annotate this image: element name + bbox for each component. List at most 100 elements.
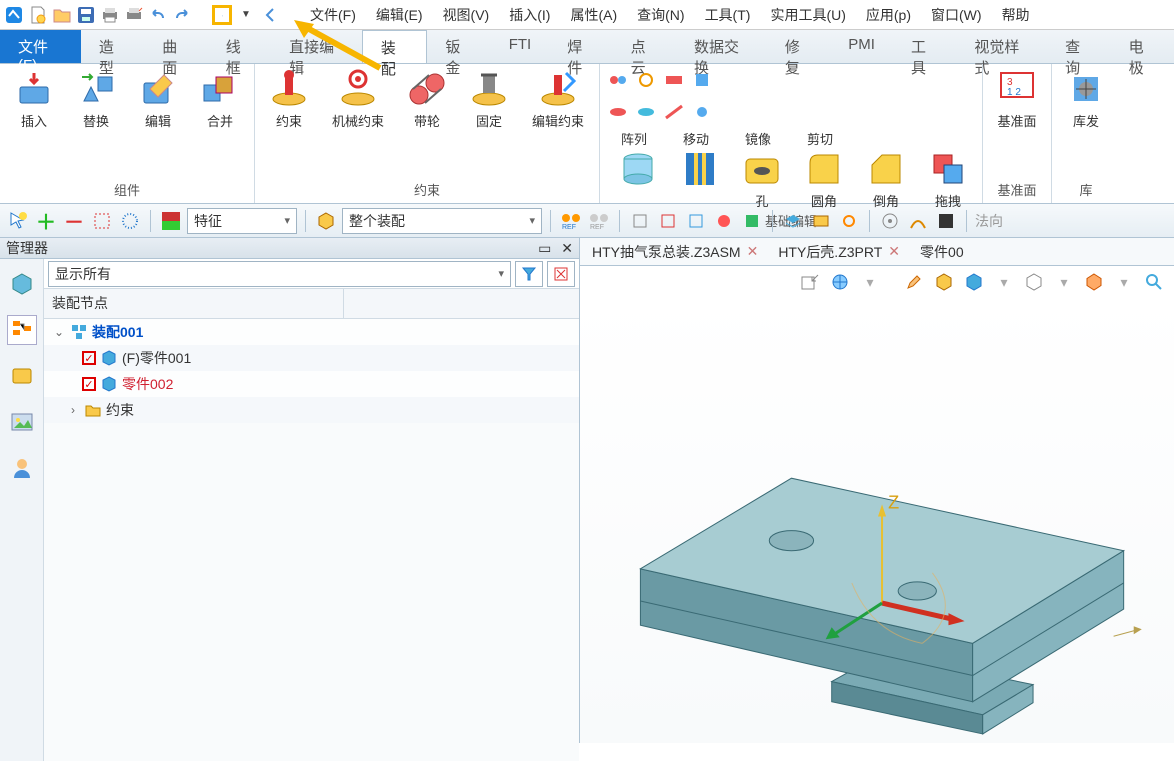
small-tool-8[interactable] xyxy=(690,100,714,124)
layer-icon-2[interactable] xyxy=(809,209,833,233)
vp-world-icon[interactable] xyxy=(828,270,852,294)
menu-query[interactable]: 查询(N) xyxy=(629,3,692,27)
layer-icon-1[interactable] xyxy=(781,209,805,233)
target-icon[interactable] xyxy=(878,209,902,233)
expand-icon[interactable]: ⌄ xyxy=(52,325,66,339)
open-file-icon[interactable] xyxy=(52,5,72,25)
misc-icon-3[interactable] xyxy=(684,209,708,233)
ref-icon-2[interactable]: REF xyxy=(587,209,611,233)
menu-util[interactable]: 实用工具(U) xyxy=(762,3,853,27)
side-user-icon[interactable] xyxy=(7,453,37,483)
tab-close-icon[interactable]: ✕ xyxy=(747,243,759,260)
ribbon-tab-exchange[interactable]: 数据交换 xyxy=(676,30,767,63)
display-filter-combo[interactable]: 显示所有 xyxy=(48,261,511,287)
select-arrow-icon[interactable] xyxy=(6,209,30,233)
side-cube-icon[interactable] xyxy=(7,269,37,299)
rotate-view-icon[interactable] xyxy=(212,5,232,25)
feature-filter-combo[interactable]: 特征 xyxy=(187,208,297,234)
panel-float-icon[interactable]: ▭ xyxy=(538,240,551,256)
mirror-button[interactable]: 镜像 xyxy=(730,132,786,148)
print-preview-icon[interactable] xyxy=(124,5,144,25)
hole-button[interactable]: 孔 xyxy=(734,148,790,210)
print-icon[interactable] xyxy=(100,5,120,25)
small-tool-5[interactable] xyxy=(606,100,630,124)
marquee-dashed-icon[interactable] xyxy=(90,209,114,233)
gear-small-icon[interactable] xyxy=(837,209,861,233)
stripe-tool-button[interactable] xyxy=(672,148,728,194)
vp-cube-gold-icon[interactable] xyxy=(932,270,956,294)
small-tool-2[interactable] xyxy=(634,68,658,92)
chamfer-button[interactable]: 倒角 xyxy=(858,148,914,210)
dropdown-icon[interactable]: ▼ xyxy=(236,5,256,25)
assembly-tree[interactable]: ⌄ 装配001 ✓ (F)零件001 ✓ 零件002 xyxy=(44,319,579,761)
pattern-button[interactable]: 阵列 xyxy=(606,132,662,148)
filter-funnel-icon[interactable] xyxy=(515,261,543,287)
ribbon-tab-model[interactable]: 造型 xyxy=(81,30,144,63)
vp-tab-3[interactable]: 零件00 xyxy=(920,242,964,262)
menu-app[interactable]: 应用(p) xyxy=(858,3,919,27)
ribbon-tab-surface[interactable]: 曲面 xyxy=(144,30,207,63)
misc-icon-2[interactable] xyxy=(656,209,680,233)
ribbon-tab-sheetmetal[interactable]: 钣金 xyxy=(427,30,490,63)
menu-insert[interactable]: 插入(I) xyxy=(501,3,558,27)
ribbon-tab-pmi[interactable]: PMI xyxy=(830,30,893,63)
misc-icon-4[interactable] xyxy=(712,209,736,233)
tree-part-2[interactable]: ✓ 零件002 xyxy=(44,371,579,397)
ribbon-tab-query[interactable]: 查询 xyxy=(1047,30,1110,63)
fillet-button[interactable]: 圆角 xyxy=(796,148,852,210)
undo-icon[interactable] xyxy=(148,5,168,25)
tree-root[interactable]: ⌄ 装配001 xyxy=(44,319,579,345)
vp-tab-2[interactable]: HTY后壳.Z3PRT ✕ xyxy=(778,242,900,262)
small-tool-1[interactable] xyxy=(606,68,630,92)
edit-button[interactable]: 编辑 xyxy=(130,68,186,130)
misc-icon-5[interactable] xyxy=(740,209,764,233)
drag-button[interactable]: 拖拽 xyxy=(920,148,976,210)
minus-icon[interactable]: － xyxy=(62,209,86,233)
side-part-icon[interactable] xyxy=(7,361,37,391)
prev-icon[interactable] xyxy=(260,5,280,25)
menu-window[interactable]: 窗口(W) xyxy=(923,3,990,27)
cube-icon[interactable] xyxy=(314,209,338,233)
side-tree-icon[interactable] xyxy=(7,315,37,345)
vp-search-icon[interactable] xyxy=(1142,270,1166,294)
menu-attr[interactable]: 属性(A) xyxy=(562,3,625,27)
filter-clear-icon[interactable] xyxy=(547,261,575,287)
tree-part-1[interactable]: ✓ (F)零件001 xyxy=(44,345,579,371)
vp-insert-icon[interactable] xyxy=(798,270,822,294)
expand-icon[interactable]: › xyxy=(66,403,80,417)
vp-tab-1[interactable]: HTY抽气泵总装.Z3ASM ✕ xyxy=(592,242,758,262)
side-image-icon[interactable] xyxy=(7,407,37,437)
color-swatch-icon[interactable] xyxy=(159,209,183,233)
assembly-scope-combo[interactable]: 整个装配 xyxy=(342,208,542,234)
tab-close-icon[interactable]: ✕ xyxy=(888,243,900,260)
panel-close-icon[interactable]: ✕ xyxy=(561,240,573,256)
vp-hex-icon[interactable] xyxy=(1082,270,1106,294)
menu-view[interactable]: 视图(V) xyxy=(435,3,498,27)
ribbon-tab-electrode[interactable]: 电极 xyxy=(1111,30,1174,63)
small-tool-3[interactable] xyxy=(662,68,686,92)
small-tool-4[interactable] xyxy=(690,68,714,92)
merge-button[interactable]: 合并 xyxy=(192,68,248,130)
cylinder-tool-button[interactable] xyxy=(610,148,666,194)
ribbon-tab-weld[interactable]: 焊件 xyxy=(549,30,612,63)
vp-pencil-icon[interactable] xyxy=(902,270,926,294)
ribbon-tab-tools2[interactable]: 工具 xyxy=(893,30,956,63)
curve-icon[interactable] xyxy=(906,209,930,233)
plus-icon[interactable]: ＋ xyxy=(34,209,58,233)
ribbon-tab-visual[interactable]: 视觉样式 xyxy=(956,30,1047,63)
edit-constraint-button[interactable]: 编辑约束 xyxy=(523,68,593,130)
redo-icon[interactable] xyxy=(172,5,192,25)
stop-icon[interactable] xyxy=(934,209,958,233)
misc-icon-1[interactable] xyxy=(628,209,652,233)
vp-cube-wire-icon[interactable] xyxy=(1022,270,1046,294)
vp-cube-blue-icon[interactable] xyxy=(962,270,986,294)
ribbon-tab-wire[interactable]: 线框 xyxy=(208,30,271,63)
fix-button[interactable]: 固定 xyxy=(461,68,517,130)
datum-plane-button[interactable]: 31 2 基准面 xyxy=(989,68,1045,130)
ribbon-tab-fti[interactable]: FTI xyxy=(491,30,550,63)
marquee-dotted-icon[interactable] xyxy=(118,209,142,233)
save-icon[interactable] xyxy=(76,5,96,25)
replace-button[interactable]: 替换 xyxy=(68,68,124,130)
library-button[interactable]: 库发 xyxy=(1058,68,1114,130)
menu-help[interactable]: 帮助 xyxy=(994,3,1038,27)
